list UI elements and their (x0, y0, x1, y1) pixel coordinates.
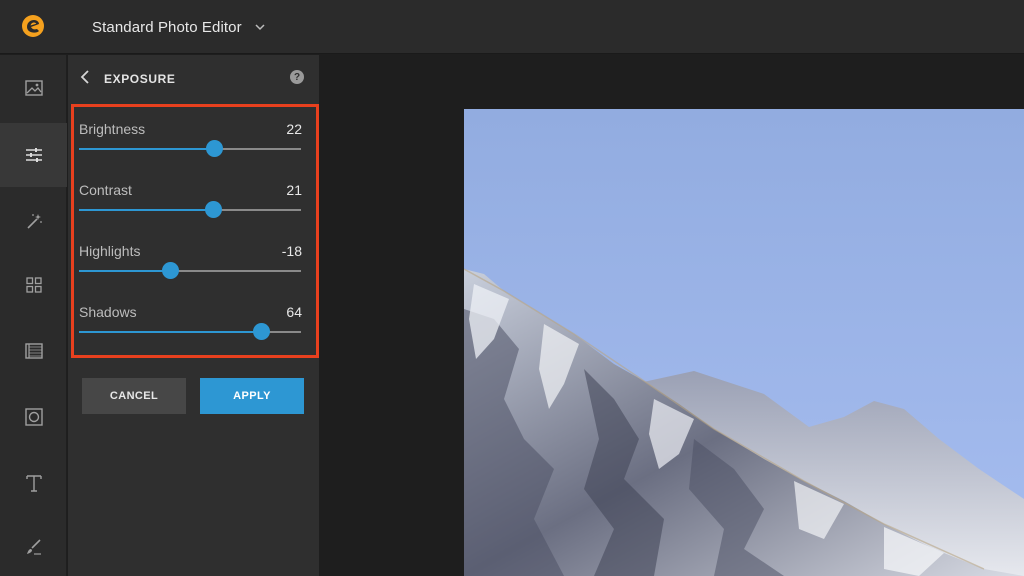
magic-wand-icon (26, 214, 42, 229)
slider-fill (79, 148, 215, 150)
top-bar: Standard Photo Editor (0, 0, 1024, 54)
slider-value: 21 (286, 182, 302, 198)
tool-overlays[interactable] (0, 385, 67, 449)
slider-thumb[interactable] (205, 201, 223, 218)
question-icon: ? (293, 71, 301, 83)
exposure-panel: EXPOSURE ? Brightness 22 Contrast 21 Hig… (68, 55, 319, 576)
app-title: Standard Photo Editor (92, 18, 242, 36)
help-button[interactable]: ? (290, 70, 304, 84)
slider-thumb[interactable] (206, 140, 224, 157)
tool-image[interactable] (0, 56, 67, 120)
tool-adjust[interactable] (0, 123, 67, 187)
slider-thumb[interactable] (162, 262, 180, 279)
shadows-slider[interactable] (79, 323, 301, 340)
slider-value: 64 (286, 304, 302, 320)
slider-value: 22 (286, 121, 302, 137)
contrast-slider[interactable] (79, 201, 301, 218)
slider-fill (79, 331, 262, 333)
photo-preview (464, 109, 1024, 576)
contrast-slider-row: Contrast 21 (79, 182, 302, 232)
slider-label: Shadows (79, 304, 137, 320)
tool-textures[interactable] (0, 319, 67, 383)
text-icon (25, 475, 42, 492)
slider-label: Highlights (79, 243, 141, 259)
slider-label: Contrast (79, 182, 132, 198)
apply-button[interactable]: APPLY (200, 378, 304, 414)
brush-icon (26, 539, 41, 555)
highlights-slider[interactable] (79, 262, 301, 279)
grid-icon (25, 277, 42, 293)
chevron-left-icon (80, 70, 89, 84)
sliders-icon (25, 148, 42, 162)
slider-label: Brightness (79, 121, 146, 137)
brightness-slider[interactable] (79, 140, 301, 157)
highlights-slider-row: Highlights -18 (79, 243, 302, 293)
slider-fill (79, 209, 214, 211)
film-icon (24, 343, 43, 359)
shadows-slider-row: Shadows 64 (79, 304, 302, 354)
editor-canvas[interactable] (319, 55, 1024, 576)
slider-thumb[interactable] (253, 323, 271, 340)
panel-header: EXPOSURE ? (68, 55, 319, 101)
back-button[interactable] (80, 68, 94, 86)
tool-effects[interactable] (0, 189, 67, 253)
slider-value: -18 (281, 243, 302, 259)
circle-frame-icon (24, 408, 43, 426)
app-switcher[interactable]: Standard Photo Editor (92, 0, 266, 54)
chevron-down-icon (254, 21, 266, 33)
tool-sidebar (0, 55, 67, 576)
panel-title: EXPOSURE (104, 72, 176, 86)
slider-fill (79, 270, 171, 272)
tool-frames[interactable] (0, 253, 67, 317)
app-logo-icon[interactable] (21, 14, 45, 38)
brightness-slider-row: Brightness 22 (79, 121, 302, 171)
tool-draw[interactable] (0, 515, 67, 576)
tool-text[interactable] (0, 451, 67, 515)
image-icon (24, 80, 43, 96)
cancel-button[interactable]: CANCEL (82, 378, 186, 414)
